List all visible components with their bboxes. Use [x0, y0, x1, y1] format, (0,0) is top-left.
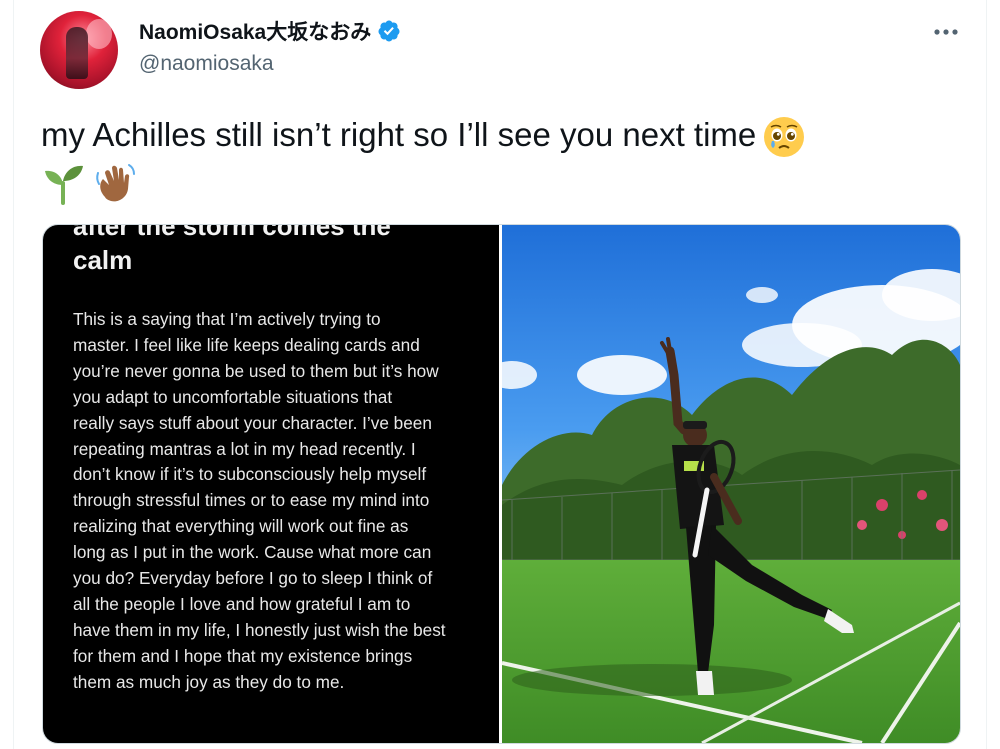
author-name-row[interactable]: NaomiOsaka大坂なおみ: [139, 16, 401, 46]
note-screenshot-image[interactable]: after the storm comes the calm This is a…: [43, 225, 499, 743]
tennis-court-photo-icon: [502, 225, 960, 743]
emoji-line: [41, 157, 941, 205]
tweet-body: my Achilles still isn’t right so I’ll se…: [41, 116, 757, 153]
avatar-figure: [66, 27, 88, 79]
note-heading-cut: after the storm comes the: [73, 225, 391, 241]
display-name[interactable]: NaomiOsaka大坂なおみ: [139, 16, 371, 46]
avatar-glow: [86, 19, 112, 49]
more-options-button[interactable]: [928, 14, 964, 50]
verified-badge-icon: [378, 20, 400, 42]
tweet-card: NaomiOsaka大坂なおみ @naomiosaka my Achilles …: [13, 0, 987, 749]
note-body: This is a saying that I’m actively tryin…: [73, 309, 446, 692]
waving-hand-emoji-icon: [96, 163, 135, 201]
seedling-emoji-icon: [45, 165, 83, 205]
tennis-photo-image[interactable]: [502, 225, 960, 743]
tweet-text: my Achilles still isn’t right so I’ll se…: [41, 112, 941, 205]
author-handle[interactable]: @naomiosaka: [139, 52, 274, 76]
pleading-face-emoji-icon: [764, 117, 805, 158]
avatar[interactable]: [40, 11, 118, 89]
note-heading: calm: [73, 245, 133, 275]
media-grid: after the storm comes the calm This is a…: [42, 224, 961, 744]
more-options-icon: [934, 29, 958, 35]
